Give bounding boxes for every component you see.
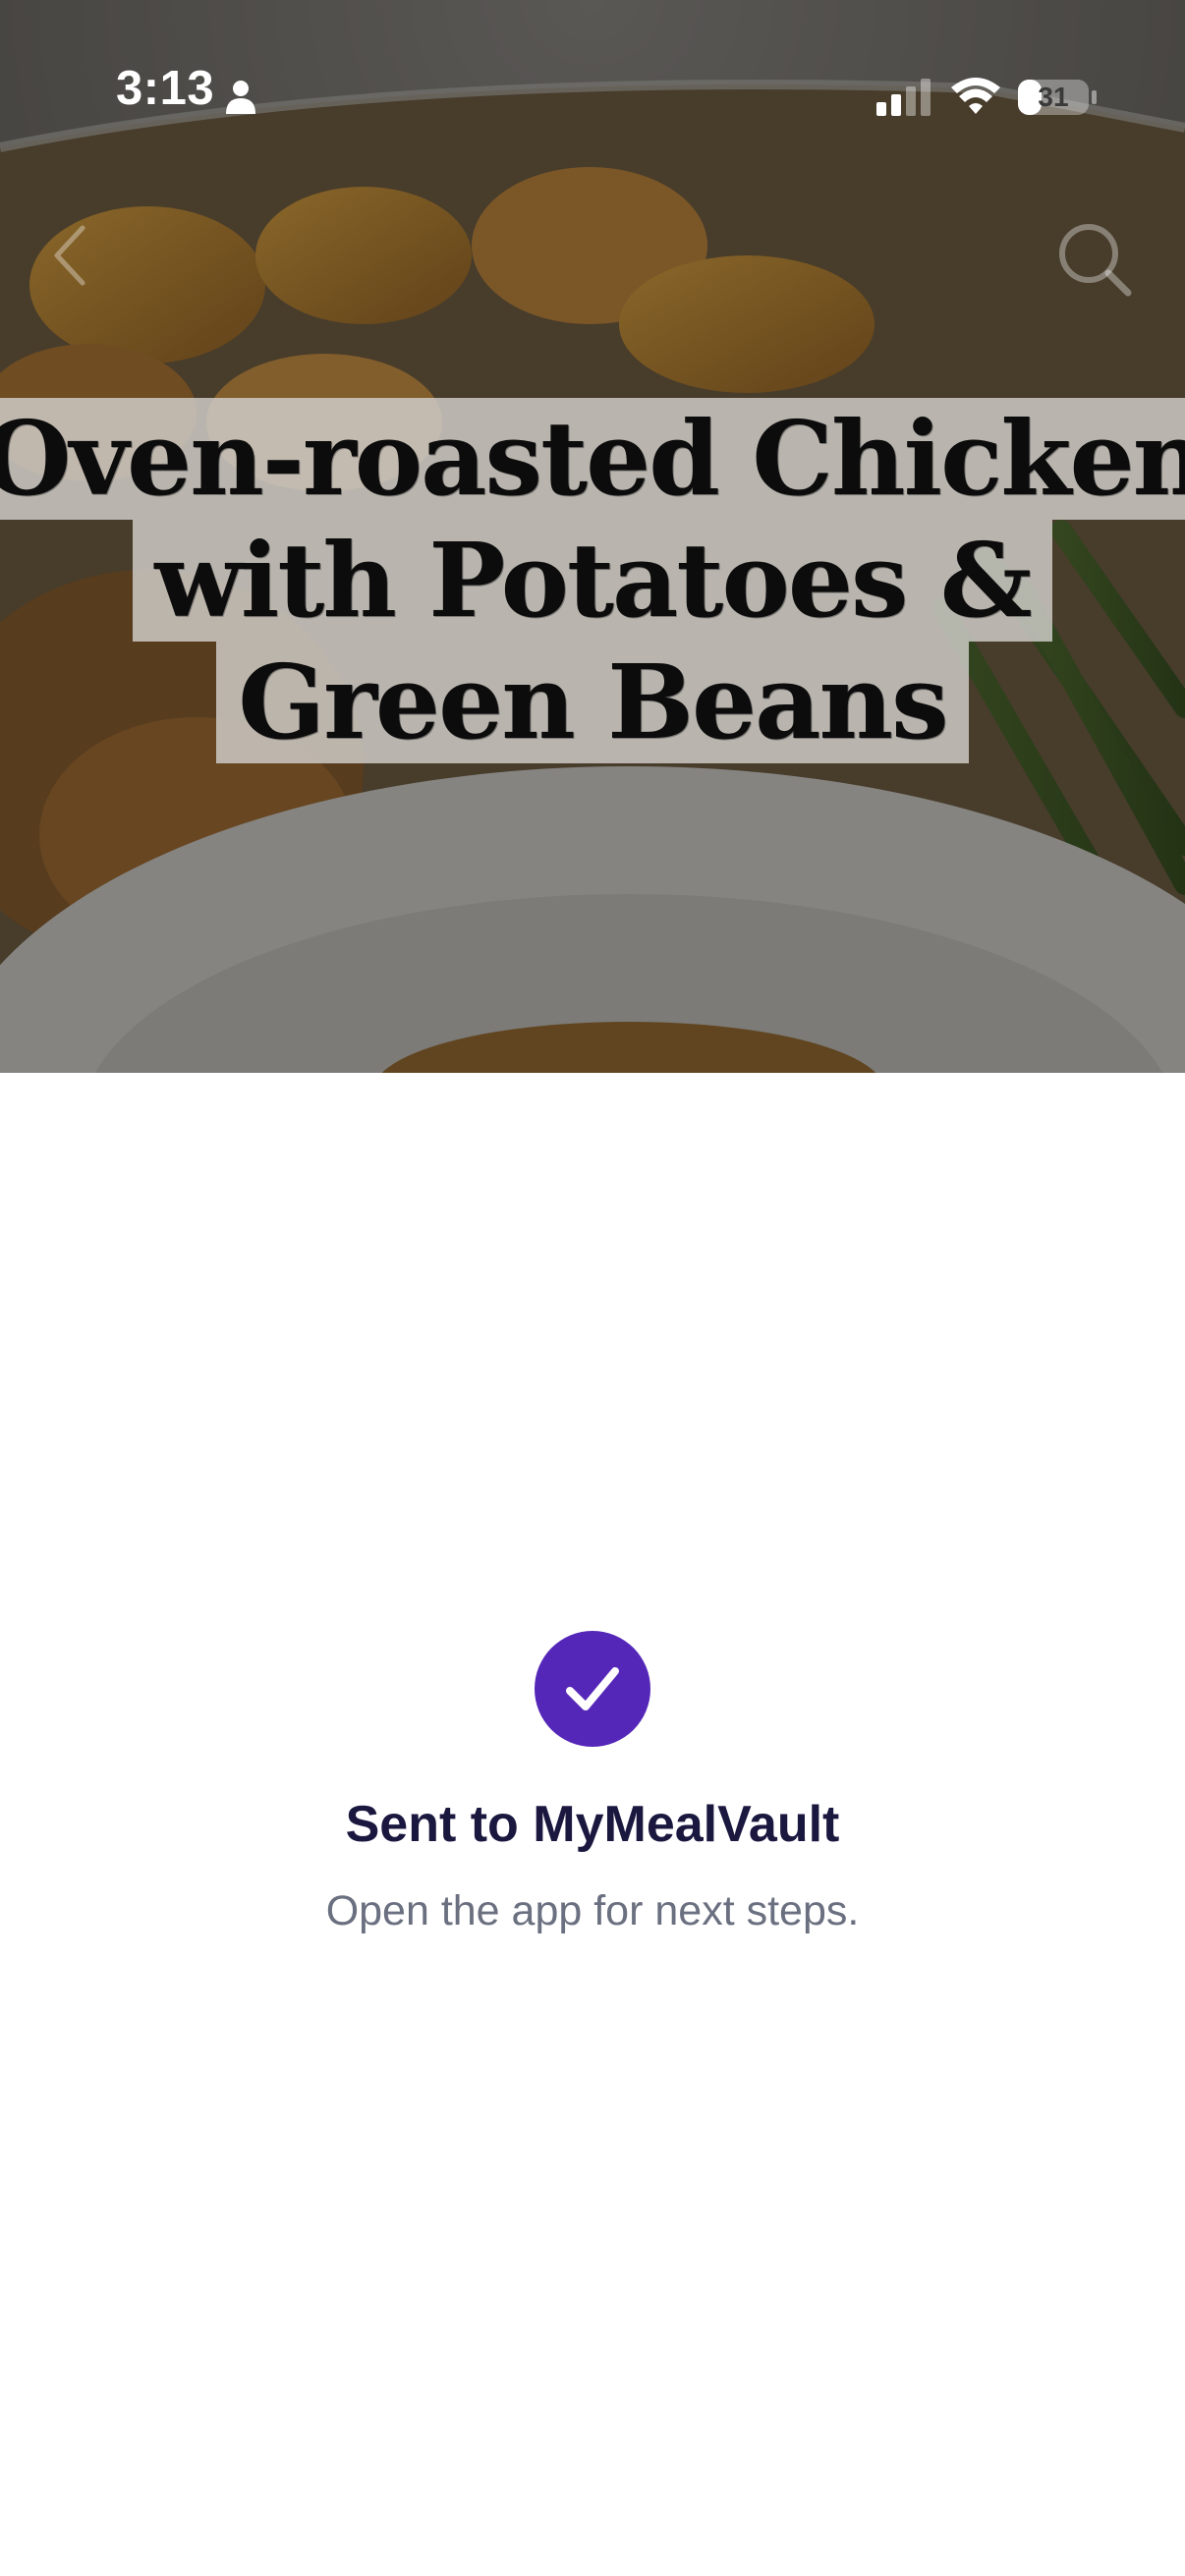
search-button[interactable] [1051,216,1140,305]
video-title-line: Green Beans [0,642,1185,763]
battery-level: 31 [1038,82,1069,112]
search-icon [1059,224,1132,297]
confirmation-subtitle: Open the app for next steps. [325,1887,860,1935]
wifi-icon [951,78,1000,114]
video-title-line: Oven-roasted Chicken [0,398,1185,520]
success-badge [535,1631,650,1747]
video-title-line-text: with Potatoes & [133,520,1052,642]
recipe-video-frame[interactable]: Oven-roasted Chicken with Potatoes & Gre… [0,0,1185,1073]
video-title: Oven-roasted Chicken with Potatoes & Gre… [0,398,1185,763]
screen: Oven-roasted Chicken with Potatoes & Gre… [0,0,1185,2576]
video-title-line: with Potatoes & [0,520,1185,642]
video-title-line-text: Green Beans [216,642,969,763]
checkmark-icon [566,1667,619,1710]
share-confirmation: Sent to MyMealVault Open the app for nex… [0,1631,1185,1937]
status-bar: 3:13 31 [0,0,1185,147]
video-title-line-text: Oven-roasted Chicken [0,398,1185,520]
person-icon [226,81,255,114]
status-time: 3:13 [116,62,215,115]
confirmation-title: Sent to MyMealVault [345,1796,840,1853]
cellular-signal-icon [876,79,931,116]
chevron-left-icon [54,225,85,286]
back-button[interactable] [39,216,98,295]
